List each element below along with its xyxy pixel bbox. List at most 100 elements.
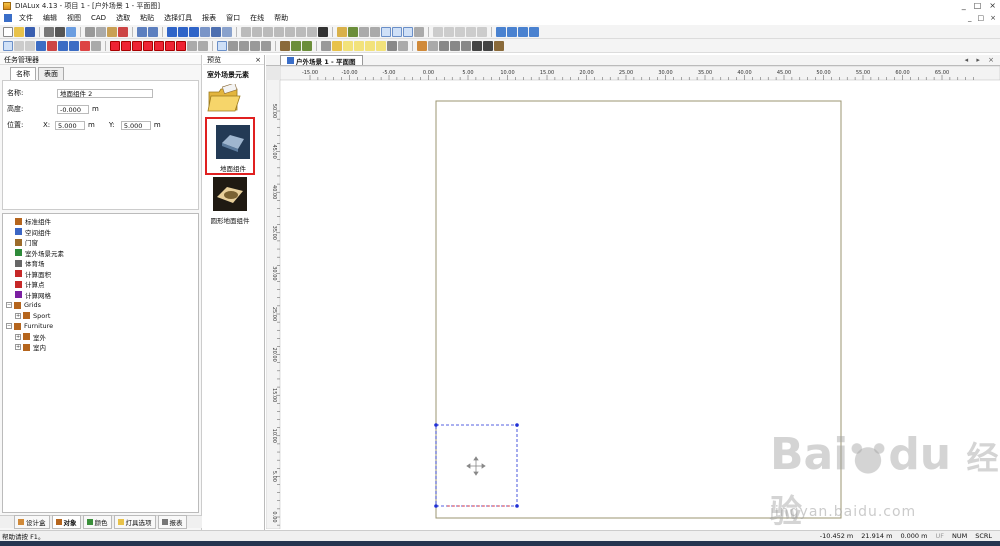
tool-icon[interactable] [417,40,427,51]
tool-icon[interactable] [428,40,438,51]
tab-outdoor-scene-plan[interactable]: 户外场景 1 - 平面图 [280,55,363,66]
street-icon[interactable] [200,26,210,37]
menu-window[interactable]: 窗口 [221,13,245,23]
tool-icon[interactable] [472,40,482,51]
tool-icon[interactable] [80,40,90,51]
expand-icon[interactable]: + [15,344,21,351]
save-icon[interactable] [25,26,35,37]
menu-file[interactable]: 文件 [14,13,38,23]
view-3d-icon[interactable] [392,26,402,37]
tool-icon[interactable] [302,40,312,51]
tool-icon[interactable] [154,40,164,51]
menu-view[interactable]: 视图 [62,13,86,23]
tool-icon[interactable] [263,26,273,37]
menu-select-luminaire[interactable]: 选择灯具 [159,13,197,23]
minimize-button[interactable]: _ [962,1,966,10]
tool-icon[interactable] [450,40,460,51]
tool-icon[interactable] [252,26,262,37]
name-field[interactable]: 地面组件 2 [57,88,153,98]
tool-icon[interactable] [466,26,476,37]
tool-icon[interactable] [58,40,68,51]
zoom-icon[interactable] [228,40,238,51]
tool-icon[interactable] [241,26,251,37]
tool-icon[interactable] [132,40,142,51]
tool-icon[interactable] [36,40,46,51]
tool-icon[interactable] [370,26,380,37]
document-icon[interactable] [4,14,12,22]
select-icon[interactable] [3,40,13,51]
tool-icon[interactable] [483,40,493,51]
tree-item[interactable]: 计算面积 [3,269,198,280]
menu-online[interactable]: 在线 [245,13,269,23]
tool-icon[interactable] [518,26,528,37]
tool-icon[interactable] [121,40,131,51]
menu-edit[interactable]: 编辑 [38,13,62,23]
tab-scroll-arrows[interactable]: ◂ ▸ × [965,56,997,64]
view-side-icon[interactable] [403,26,413,37]
tool-icon[interactable] [176,40,186,51]
cut-icon[interactable] [85,26,95,37]
print-icon[interactable] [55,26,65,37]
tool-icon[interactable] [359,26,369,37]
tool-icon[interactable] [291,40,301,51]
luminaire-icon[interactable] [337,26,347,37]
ground-element-item[interactable]: 地面组件 [208,125,258,173]
tool-icon[interactable] [198,40,208,51]
tool-icon[interactable] [110,40,120,51]
undo-icon[interactable] [137,26,147,37]
tool-icon[interactable] [398,40,408,51]
tool-icon[interactable] [280,40,290,51]
tree-icon[interactable] [348,26,358,37]
tool-icon[interactable] [455,26,465,37]
room-icon[interactable] [178,26,188,37]
tool-icon[interactable] [439,40,449,51]
height-field[interactable]: -0.000 [57,104,89,114]
open-folder-icon[interactable] [207,84,241,114]
tool-icon[interactable] [507,26,517,37]
tool-icon[interactable] [332,40,342,51]
export-icon[interactable] [66,26,76,37]
tool-icon[interactable] [69,40,79,51]
tool-icon[interactable] [14,40,24,51]
tool-icon[interactable] [414,26,424,37]
tab-surface[interactable]: 表面 [38,67,64,80]
tree-item[interactable]: 计算网格 [3,290,198,301]
menu-cad[interactable]: CAD [86,14,111,22]
expand-icon[interactable]: + [15,333,21,340]
tool-icon[interactable] [285,26,295,37]
tool-icon[interactable] [143,40,153,51]
mdi-minimize-button[interactable]: _ [968,14,972,22]
tool-icon[interactable] [296,26,306,37]
tree-item[interactable]: 体育场 [3,258,198,269]
open-folder-icon[interactable] [14,26,24,37]
tree-item[interactable]: − Grids [3,300,198,311]
tool-icon[interactable] [307,26,317,37]
new-file-icon[interactable] [3,26,13,37]
pan-icon[interactable] [239,40,249,51]
floor-icon[interactable] [211,26,221,37]
tool-icon[interactable] [354,40,364,51]
preview-close-button[interactable]: × [255,56,261,64]
print-preview-icon[interactable] [44,26,54,37]
tool-icon[interactable] [444,26,454,37]
tree-item[interactable]: 计算点 [3,279,198,290]
maximize-button[interactable]: □ [974,1,982,10]
tree-item[interactable]: 室外场景元素 [3,248,198,259]
menu-paste[interactable]: 粘贴 [135,13,159,23]
tab-objects[interactable]: 对象 [51,515,81,529]
pointer-icon[interactable] [217,40,227,51]
collapse-icon[interactable]: − [6,302,12,309]
mdi-restore-button[interactable]: □ [978,14,985,22]
view-2d-icon[interactable] [381,26,391,37]
tab-luminaire-options[interactable]: 灯具选项 [113,515,156,529]
tool-icon[interactable] [494,40,504,51]
tool-icon[interactable] [47,40,57,51]
copy-icon[interactable] [96,26,106,37]
menu-select[interactable]: 选取 [111,13,135,23]
building-icon[interactable] [222,26,232,37]
tree-item[interactable]: 门窗 [3,237,198,248]
tool-icon[interactable] [461,40,471,51]
tree-item[interactable]: 标准组件 [3,216,198,227]
close-button[interactable]: × [989,1,996,10]
tool-icon[interactable] [496,26,506,37]
